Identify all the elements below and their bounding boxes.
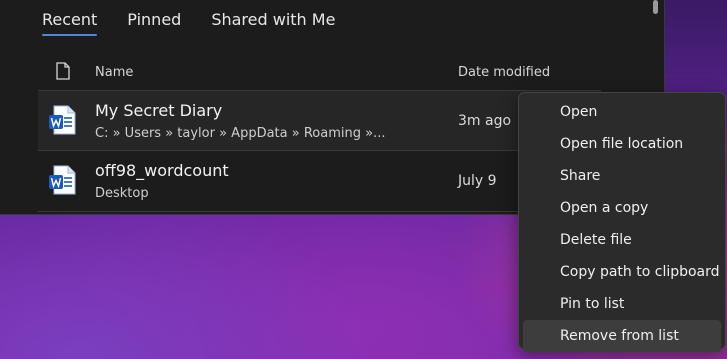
context-menu: Open Open file location Share Open a cop…: [518, 92, 726, 352]
menu-item-delete-file[interactable]: Delete file: [519, 224, 725, 256]
tab-recent[interactable]: Recent: [42, 10, 98, 36]
menu-item-share[interactable]: Share: [519, 160, 725, 192]
file-title: My Secret Diary: [95, 101, 223, 120]
word-doc-icon: [49, 105, 76, 135]
file-date-modified: July 9: [458, 173, 497, 189]
file-icon: [56, 62, 70, 80]
menu-item-copy-path[interactable]: Copy path to clipboard: [519, 256, 725, 288]
menu-item-open-file-location[interactable]: Open file location: [519, 128, 725, 160]
column-header-row: Name Date modified: [0, 56, 610, 88]
word-doc-icon: [49, 165, 76, 195]
file-row[interactable]: off98_wordcount Desktop July 9: [38, 150, 601, 212]
file-path: Desktop: [95, 186, 149, 201]
tab-shared-with-me[interactable]: Shared with Me: [211, 10, 335, 36]
scrollbar-thumb[interactable]: [653, 0, 658, 14]
file-title: off98_wordcount: [95, 161, 229, 180]
tab-pinned[interactable]: Pinned: [127, 10, 181, 36]
file-date-modified: 3m ago: [458, 113, 512, 129]
menu-item-remove-from-list[interactable]: Remove from list: [523, 320, 721, 352]
menu-item-pin-to-list[interactable]: Pin to list: [519, 288, 725, 320]
column-header-name[interactable]: Name: [95, 65, 133, 80]
column-header-date-modified[interactable]: Date modified: [458, 65, 550, 80]
menu-item-open-a-copy[interactable]: Open a copy: [519, 192, 725, 224]
file-path: C: » Users » taylor » AppData » Roaming …: [95, 126, 386, 141]
tab-bar: Recent Pinned Shared with Me: [42, 10, 365, 36]
file-row[interactable]: My Secret Diary C: » Users » taylor » Ap…: [38, 90, 601, 151]
menu-item-open[interactable]: Open: [519, 96, 725, 128]
